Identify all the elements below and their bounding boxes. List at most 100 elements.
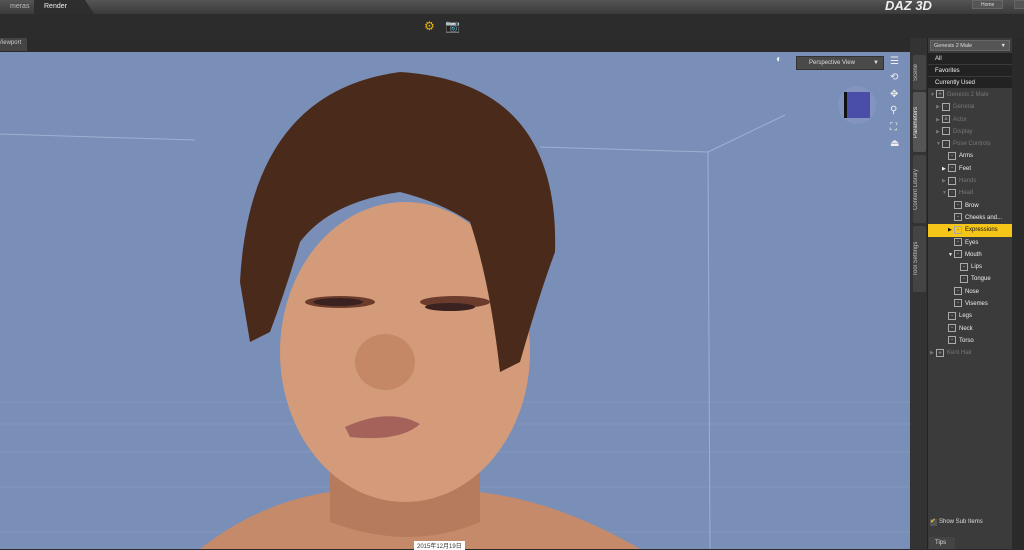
tree-item-label: Lips	[971, 264, 983, 271]
group-icon: ◦	[948, 324, 956, 333]
tree-item[interactable]: ◦ Legs	[928, 310, 1012, 322]
filter-all[interactable]: All	[928, 53, 1012, 65]
chevron-down-icon: ▼	[1000, 43, 1006, 49]
tree-item-label: Torso	[959, 337, 974, 344]
group-icon: ◦	[954, 237, 962, 246]
tree-item[interactable]: ▶ ◦ Feet	[928, 163, 1012, 175]
tree-item-label: Mouth	[965, 251, 982, 258]
viewport-menu-icon[interactable]: ☰	[890, 56, 899, 67]
tree-item[interactable]: ▶ ◦ General	[928, 101, 1012, 113]
tree-item[interactable]: ▶ ◦ Expressions	[928, 224, 1012, 237]
tree-item-label: Hands	[959, 178, 977, 185]
tree-item-label: Expressions	[965, 227, 998, 234]
tree-item[interactable]: ▼ ◦ Head	[928, 187, 1012, 199]
tree-item[interactable]: ◦ Lips	[928, 261, 1012, 273]
group-icon: ◦	[960, 274, 968, 283]
orbit-icon[interactable]: ⟲	[890, 72, 898, 83]
tree-item[interactable]: ◦ Torso	[928, 335, 1012, 347]
tree-item[interactable]: ◦ Tongue	[928, 273, 1012, 285]
render-camera-icon[interactable]: 📷	[445, 19, 460, 33]
frame-icon[interactable]: ⛶	[890, 122, 897, 133]
tree-item[interactable]: ▶ ◦ Hands	[928, 175, 1012, 187]
tree-item-label: Display	[953, 128, 973, 135]
toolbar	[0, 14, 1024, 38]
tab-tool-settings[interactable]: Tool Settings	[913, 226, 926, 292]
filter-favorites[interactable]: Favorites	[928, 65, 1012, 77]
view-cube[interactable]	[838, 86, 876, 124]
chevron-down-icon: ▼	[873, 60, 879, 66]
top-bar: meras Render DAZ 3D Home	[0, 0, 1024, 14]
tree-item[interactable]: ◦ Visemes	[928, 298, 1012, 310]
group-icon: ◦	[942, 139, 950, 148]
tree-item-label: Nose	[965, 288, 980, 295]
group-icon: ◦	[954, 213, 962, 222]
tree-item[interactable]: ◦ Brow	[928, 200, 1012, 212]
tab-tips[interactable]: Tips	[929, 537, 955, 549]
more-button[interactable]	[1014, 0, 1024, 9]
tree-item[interactable]: ◦ Eyes	[928, 237, 1012, 249]
group-icon: ◦	[948, 188, 956, 197]
actor-icon: ♟	[942, 115, 950, 124]
reset-icon[interactable]: ⏏	[890, 138, 899, 149]
show-sub-items-label: Show Sub Items	[939, 519, 983, 525]
tree-item[interactable]: ▼ ◦ Pose Controls	[928, 138, 1012, 150]
filter-currently-used[interactable]: Currently Used	[928, 77, 1012, 89]
group-icon: ◦	[942, 127, 950, 136]
zoom-icon[interactable]: ⚲	[890, 105, 897, 116]
group-icon: ◦	[954, 225, 962, 234]
viewport-3d[interactable]	[0, 52, 910, 549]
group-icon: ◦	[960, 262, 968, 271]
view-label: Perspective View	[809, 60, 855, 66]
tree-item-label: Arms	[959, 153, 973, 160]
figure-select[interactable]: Genesis 2 Male ▼	[930, 40, 1010, 51]
tab-render[interactable]: Render	[34, 0, 94, 14]
figure-icon: ♣	[936, 348, 944, 357]
tree-item-label: Pose Controls	[953, 141, 991, 148]
tree-item[interactable]: ▼ ♣ Genesis 2 Male	[928, 89, 1012, 101]
tree-item[interactable]: ▶ ♣ Kent Hair	[928, 347, 1012, 359]
parameters-panel: Genesis 2 Male ▼ All Favorites Currently …	[927, 38, 1012, 549]
tree-item-label: Cheeks and...	[965, 214, 1003, 221]
tree-item-label: Tongue	[971, 276, 991, 283]
tab-scene[interactable]: Scene	[913, 55, 926, 90]
property-tree: ▼ ♣ Genesis 2 Male ▶ ◦ General ▶ ♟ Actor ▶ ◦ Displa…	[928, 89, 1012, 360]
tab-viewport[interactable]: Viewport	[0, 38, 28, 51]
tree-item-label: Head	[959, 190, 974, 197]
home-button[interactable]: Home	[972, 0, 1004, 9]
tree-item[interactable]: ▼ ◦ Mouth	[928, 249, 1012, 261]
group-icon: ◦	[942, 102, 950, 111]
tree-item-label: Actor	[953, 116, 968, 123]
render-settings-icon[interactable]: ⚙	[424, 19, 435, 33]
check-icon: ✔	[930, 518, 937, 526]
right-pane-strip	[1013, 38, 1024, 549]
tree-item-label: Feet	[959, 165, 972, 172]
tree-item-label: General	[953, 104, 975, 111]
tree-item[interactable]: ▶ ◦ Display	[928, 126, 1012, 138]
group-icon: ◦	[948, 164, 956, 173]
group-icon: ◦	[948, 176, 956, 185]
tree-item-label: Visemes	[965, 301, 988, 308]
tree-item-label: Neck	[959, 325, 973, 332]
pan-icon[interactable]: ✥	[890, 89, 898, 100]
group-icon: ◦	[954, 250, 962, 259]
tree-item[interactable]: ◦ Neck	[928, 323, 1012, 335]
show-sub-items-checkbox[interactable]: ✔ Show Sub Items	[930, 518, 983, 526]
group-icon: ◦	[948, 151, 956, 160]
group-icon: ◦	[948, 336, 956, 345]
tree-item[interactable]: ◦ Nose	[928, 286, 1012, 298]
tree-item[interactable]: ▶ ♟ Actor	[928, 114, 1012, 126]
tree-item-label: Genesis 2 Male	[947, 92, 989, 98]
view-select[interactable]: Perspective View ▼	[796, 56, 884, 70]
tree-item-label: Eyes	[965, 239, 979, 246]
tree-item-label: Kent Hair	[947, 350, 973, 357]
group-icon: ◦	[954, 299, 962, 308]
tree-item[interactable]: ◦ Cheeks and...	[928, 212, 1012, 224]
figure-label: Genesis 2 Male	[934, 43, 973, 49]
group-icon: ◦	[954, 201, 962, 210]
tree-item-label: Brow	[965, 202, 979, 209]
tree-item[interactable]: ◦ Arms	[928, 150, 1012, 162]
tree-item-label: Legs	[959, 313, 973, 320]
tab-content-library[interactable]: Content Library	[913, 155, 926, 223]
lighting-icon[interactable]: ◐	[776, 54, 782, 65]
tab-parameters[interactable]: Parameters	[913, 92, 926, 152]
